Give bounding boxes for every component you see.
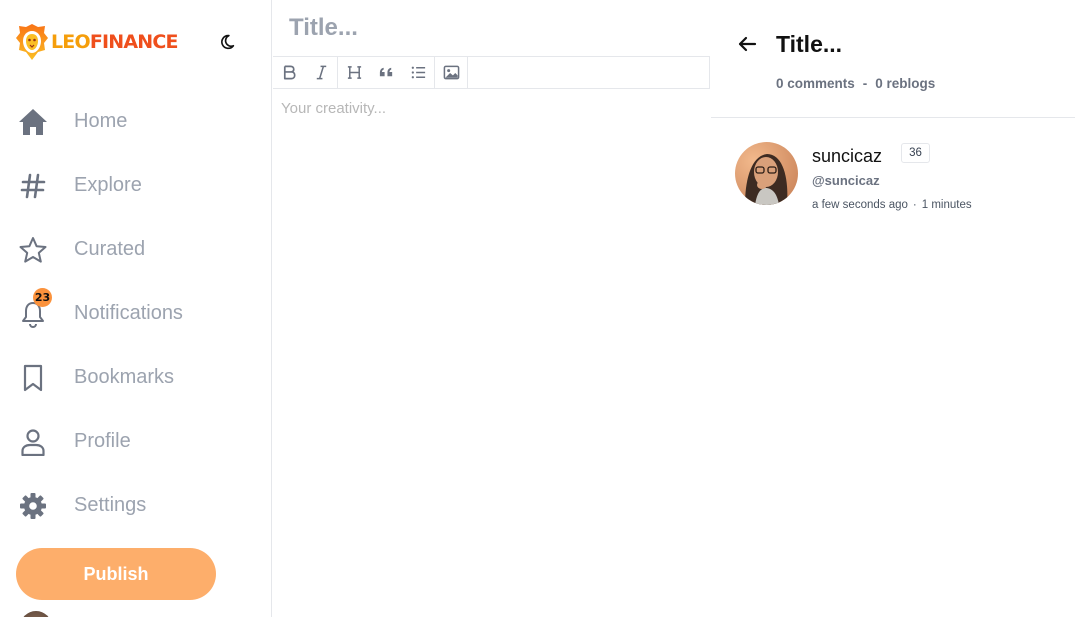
sidebar-item-bookmarks[interactable]: Bookmarks [0, 346, 272, 410]
list-icon[interactable] [402, 57, 434, 88]
sidebar-item-explore[interactable]: Explore [0, 154, 272, 218]
bookmark-icon [18, 363, 48, 393]
preview-title: Title... [776, 31, 843, 57]
toolbar-group-blocks [338, 57, 435, 88]
divider [711, 117, 1075, 118]
read-time: 1 minutes [921, 199, 972, 211]
sidebar-item-label: Curated [74, 238, 146, 260]
home-icon [18, 107, 48, 137]
bold-icon[interactable] [273, 57, 305, 88]
sidebar-item-curated[interactable]: Curated [0, 218, 272, 282]
notifications-count-badge: 23 [33, 288, 52, 307]
moon-icon[interactable] [218, 33, 236, 51]
avatar[interactable] [20, 611, 52, 617]
formatting-toolbar [273, 57, 710, 89]
sidebar-item-label: Explore [74, 174, 142, 196]
title-input[interactable] [273, 0, 710, 57]
italic-icon[interactable] [305, 57, 337, 88]
gear-icon [18, 491, 48, 521]
sidebar-item-notifications[interactable]: 23 Notifications [0, 282, 272, 346]
logo-wordmark: LEOFINANCE [51, 31, 179, 53]
sidebar: LEOFINANCE Home Explore Curated 23 Notif… [0, 0, 272, 617]
logo-text-leo: LEO [51, 31, 91, 53]
heading-icon[interactable] [338, 57, 370, 88]
reputation-badge: 36 [901, 143, 930, 163]
sidebar-item-settings[interactable]: Settings [0, 474, 272, 538]
quote-icon[interactable] [370, 57, 402, 88]
image-icon[interactable] [435, 57, 467, 88]
author-avatar[interactable] [735, 142, 798, 205]
sidebar-item-label: Profile [74, 430, 131, 452]
author-handle[interactable]: @suncicaz [812, 173, 880, 188]
lion-logo-icon [16, 24, 48, 60]
reblogs-count[interactable]: 0 reblogs [875, 76, 935, 91]
publish-button[interactable]: Publish [16, 548, 216, 600]
sidebar-item-profile[interactable]: Profile [0, 410, 272, 474]
logo-text-finance: FINANCE [89, 31, 179, 53]
sidebar-item-home[interactable]: Home [0, 90, 272, 154]
time-ago: a few seconds ago [812, 199, 908, 211]
back-arrow-icon[interactable] [737, 34, 757, 54]
toolbar-group-media [435, 57, 468, 88]
time-separator: · [912, 199, 917, 211]
author-name[interactable]: suncicaz [812, 146, 882, 167]
post-preview: Title... 0 comments - 0 reblogs suncicaz… [711, 0, 1075, 617]
post-timestamp: a few seconds ago · 1 minutes [812, 199, 972, 211]
sidebar-item-label: Notifications [74, 302, 183, 324]
sidebar-item-label: Home [74, 110, 128, 132]
sidebar-item-label: Settings [74, 494, 147, 516]
sidebar-item-label: Bookmarks [74, 366, 175, 388]
leofinance-logo[interactable]: LEOFINANCE [14, 22, 179, 62]
comments-count[interactable]: 0 comments [776, 76, 855, 91]
toolbar-group-text [273, 57, 338, 88]
user-icon [18, 427, 48, 457]
star-icon [18, 235, 48, 265]
stats-separator: - [862, 76, 868, 91]
sidebar-nav: Home Explore Curated 23 Notifications Bo… [0, 90, 272, 538]
post-editor [273, 0, 710, 617]
hashtag-icon [18, 171, 48, 201]
body-textarea[interactable] [273, 89, 710, 617]
post-stats: 0 comments - 0 reblogs [776, 76, 935, 91]
